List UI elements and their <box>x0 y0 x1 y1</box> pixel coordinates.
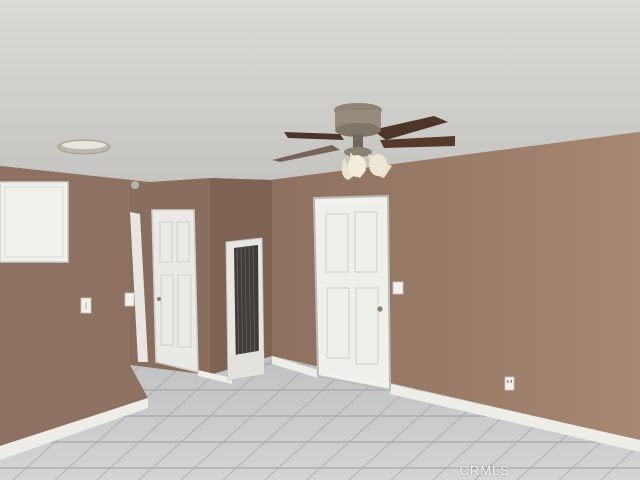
light-fixture-icon <box>57 139 111 155</box>
room-photo <box>0 0 640 480</box>
outlet-icon <box>124 292 135 307</box>
watermark-text: CRMLS <box>459 463 510 478</box>
alcove-door <box>151 209 199 373</box>
wall-panel <box>0 181 69 263</box>
wall-heater-icon <box>225 237 265 381</box>
light-switch-icon <box>80 297 92 314</box>
door-knob-icon <box>377 306 383 312</box>
closet-door <box>312 194 392 392</box>
outlet-icon <box>504 376 515 391</box>
door-knob-icon <box>157 297 161 301</box>
light-switch-icon <box>392 281 404 295</box>
smoke-detector <box>131 181 139 189</box>
